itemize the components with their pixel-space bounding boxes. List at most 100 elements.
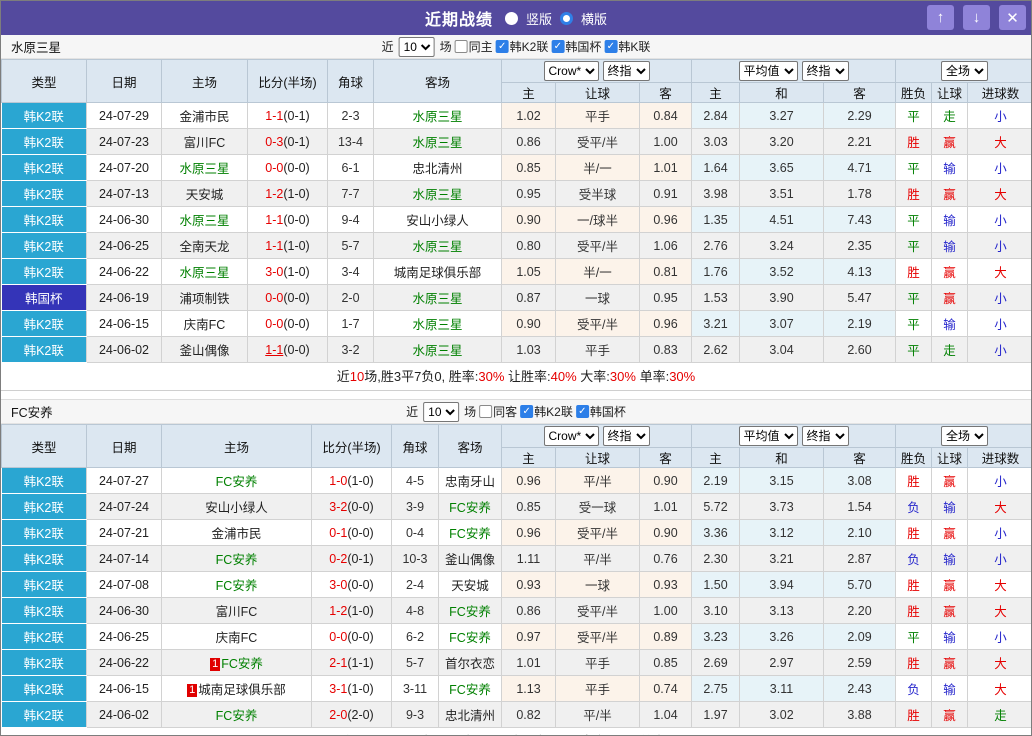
average-odds-cell: 3.13	[739, 597, 824, 624]
away-team-cell: 安山小绿人	[373, 206, 502, 233]
same-venue-checkbox[interactable]	[479, 405, 493, 418]
result-cell: 负	[895, 675, 933, 702]
league-filter-k2[interactable]: ✓ 韩K2联	[495, 38, 548, 55]
matches-table-suwon: 类型 日期 主场 比分(半场) 角球 客场 Crow* 终指 平均值 终指 全场 主…	[1, 59, 1031, 363]
league-checkbox[interactable]: ✓	[575, 405, 589, 418]
result-cell: 输	[931, 545, 969, 572]
league-filter-cup[interactable]: ✓ 韩国杯	[575, 403, 626, 420]
league-cell: 韩K2联	[1, 701, 87, 728]
average-odds-cell: 2.60	[822, 336, 897, 363]
team-name: 城南足球俱乐部	[198, 683, 286, 697]
bookmaker-odds-cell: 0.76	[639, 545, 692, 572]
home-team-cell: 金浦市民	[161, 519, 312, 546]
average-odds-cell: 3.65	[739, 154, 824, 181]
section-header-anyang: FC安养 近 10 场 同客 ✓ 韩K2联 ✓ 韩国杯	[1, 400, 1031, 424]
score-cell: 0-0(0-0)	[247, 284, 328, 311]
same-venue-filter[interactable]: 同客	[479, 403, 517, 420]
bookmaker-odds-cell: 0.95	[639, 284, 692, 311]
odds-stage-select-2[interactable]: 终指	[801, 61, 849, 81]
league-checkbox[interactable]: ✓	[520, 405, 534, 418]
corner-cell: 0-4	[391, 519, 439, 546]
team-name: 金浦市民	[179, 110, 230, 124]
away-team-cell: FC安养	[438, 623, 502, 650]
fulltime-score: 0-2	[329, 551, 348, 566]
date-cell: 24-06-30	[86, 597, 162, 624]
away-team-cell: 忠北清州	[373, 154, 502, 181]
odds-stage-select-2[interactable]: 终指	[801, 426, 849, 446]
league-checkbox[interactable]: ✓	[551, 40, 565, 53]
bookmaker-odds-cell: 0.96	[501, 519, 556, 546]
result-cell: 小	[967, 623, 1031, 650]
away-team-cell: 城南足球俱乐部	[373, 258, 502, 285]
horizontal-layout-radio[interactable]	[560, 11, 574, 25]
bookmaker-odds-cell: 1.01	[639, 493, 692, 520]
result-cell: 大	[967, 571, 1031, 598]
team-name: FC安养	[449, 631, 491, 645]
average-odds-cell: 3.88	[822, 701, 897, 728]
bookmaker-select[interactable]: Crow*	[543, 61, 599, 81]
period-select[interactable]: 全场	[941, 61, 989, 81]
close-button[interactable]: ✕	[999, 5, 1026, 30]
league-filter-k2[interactable]: ✓ 韩K2联	[520, 403, 573, 420]
result-cell: 小	[967, 519, 1031, 546]
move-up-button[interactable]: ↑	[927, 5, 954, 30]
bookmaker-odds-cell: 1.05	[501, 258, 556, 285]
bookmaker-odds-cell: 1.01	[639, 154, 692, 181]
odds-stage-select[interactable]: 终指	[602, 426, 650, 446]
result-cell: 输	[931, 310, 969, 337]
league-filter-cup[interactable]: ✓ 韩国杯	[551, 38, 601, 55]
average-odds-cell: 3.36	[691, 519, 740, 546]
halftime-score: (1-0)	[283, 238, 310, 253]
col-away: 客场	[373, 59, 502, 103]
result-cell: 输	[931, 232, 969, 259]
team-name: 富川FC	[215, 605, 258, 619]
home-team-cell: 1 城南足球俱乐部	[161, 675, 312, 702]
home-team-cell: 1 FC安养	[161, 649, 312, 676]
subcol-draw: 和	[739, 82, 824, 103]
average-odds-cell: 3.20	[739, 128, 824, 155]
odds-stage-select[interactable]: 终指	[602, 61, 650, 81]
league-cell: 韩K2联	[1, 154, 87, 181]
vertical-layout-radio[interactable]	[504, 11, 518, 25]
team-name: 忠南牙山	[444, 475, 495, 489]
score-cell: 0-0(0-0)	[311, 623, 392, 650]
result-cell: 小	[967, 102, 1031, 129]
bookmaker-odds-cell: 受平/半	[555, 232, 640, 259]
result-cell: 输	[931, 206, 969, 233]
result-cell: 平	[895, 336, 933, 363]
league-cell: 韩K2联	[1, 128, 87, 155]
away-team-cell: 釜山偶像	[438, 545, 502, 572]
match-row: 韩K2联 24-06-25 全南天龙 1-1(1-0) 5-7 水原三星 0.80 受平/半 1…	[1, 232, 1031, 259]
score-cell: 2-1(1-1)	[311, 649, 392, 676]
team-name: 水原三星	[179, 266, 230, 280]
away-team-cell: 水原三星	[373, 102, 502, 129]
average-odds-cell: 1.97	[691, 701, 740, 728]
bookmaker-select[interactable]: Crow*	[543, 426, 599, 446]
average-odds-cell: 1.78	[822, 180, 897, 207]
league-cell: 韩K2联	[1, 571, 87, 598]
average-odds-cell: 2.19	[691, 467, 740, 494]
league-checkbox[interactable]: ✓	[495, 40, 509, 53]
result-cell: 大	[967, 597, 1031, 624]
date-cell: 24-07-13	[86, 180, 162, 207]
league-filter-k1[interactable]: ✓ 韩K联	[604, 38, 650, 55]
league-checkbox[interactable]: ✓	[604, 40, 618, 53]
score-cell: 3-0(1-0)	[247, 258, 328, 285]
bookmaker-odds-cell: 1.00	[639, 597, 692, 624]
bookmaker-odds-cell: 0.82	[501, 701, 556, 728]
bookmaker-odds-cell: 受平/半	[555, 128, 640, 155]
match-count-select[interactable]: 10	[398, 36, 435, 57]
average-select[interactable]: 平均值	[738, 426, 798, 446]
check-icon: ✓	[606, 40, 616, 52]
same-venue-checkbox[interactable]	[454, 40, 468, 53]
match-count-select[interactable]: 10	[423, 401, 460, 422]
bookmaker-odds-cell: 0.83	[639, 336, 692, 363]
move-down-button[interactable]: ↓	[963, 5, 990, 30]
league-cell: 韩K2联	[1, 258, 87, 285]
average-select[interactable]: 平均值	[738, 61, 798, 81]
same-venue-filter[interactable]: 同主	[454, 38, 493, 55]
period-select[interactable]: 全场	[941, 426, 989, 446]
bookmaker-odds-cell: 受平/半	[555, 519, 640, 546]
home-team-cell: 富川FC	[161, 597, 312, 624]
home-team-cell: 水原三星	[161, 206, 248, 233]
